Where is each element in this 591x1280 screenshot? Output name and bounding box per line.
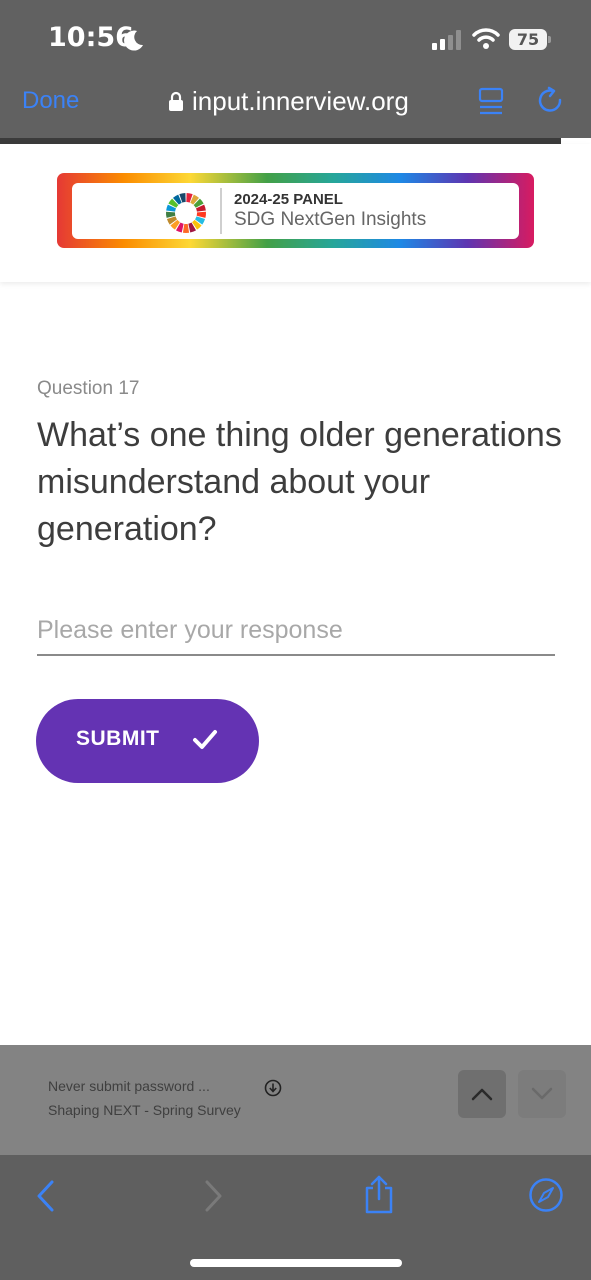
moon-icon (124, 30, 143, 51)
panel-banner: 2024-25 PANEL SDG NextGen Insights (57, 173, 534, 248)
cellular-signal-icon (432, 30, 461, 50)
battery-level: 75 (509, 29, 547, 50)
url-text: input.innerview.org (192, 85, 409, 116)
submit-label: SUBMIT (76, 727, 160, 750)
reader-view-icon[interactable] (478, 87, 504, 117)
browser-url-bar: Done input.innerview.org (0, 78, 591, 138)
battery-icon: 75 (509, 29, 551, 50)
lock-icon (169, 91, 183, 111)
autofill-bar: Never submit password ... Shaping NEXT -… (0, 1045, 591, 1155)
submit-button[interactable]: SUBMIT (36, 699, 259, 783)
safari-compass-icon[interactable] (528, 1177, 564, 1213)
status-bar: 10:56 75 (0, 0, 591, 78)
question-text: What’s one thing older generations misun… (37, 416, 562, 548)
autofill-warning[interactable]: Never submit password ... (48, 1078, 210, 1094)
share-icon[interactable] (362, 1174, 396, 1214)
banner-divider (220, 188, 222, 234)
autofill-page-title: Shaping NEXT - Spring Survey (48, 1102, 241, 1118)
survey-header: 2024-25 PANEL SDG NextGen Insights (0, 144, 591, 282)
sdg-wheel-segment (182, 223, 190, 233)
forward-arrow-icon[interactable] (203, 1179, 225, 1213)
chevron-down-icon (531, 1087, 553, 1100)
home-indicator (190, 1259, 402, 1267)
reload-icon[interactable] (536, 86, 566, 116)
browser-toolbar (0, 1155, 591, 1280)
done-button[interactable]: Done (22, 87, 79, 115)
previous-field-button[interactable] (458, 1070, 506, 1118)
checkmark-icon (193, 730, 217, 749)
response-input[interactable] (37, 606, 555, 656)
next-field-button[interactable] (518, 1070, 566, 1118)
wifi-icon (472, 28, 500, 49)
banner-subtitle: SDG NextGen Insights (234, 209, 427, 230)
sdg-wheel-icon (166, 193, 206, 233)
question-number: Question 17 (37, 378, 140, 399)
download-icon[interactable] (264, 1079, 282, 1097)
back-arrow-icon[interactable] (34, 1179, 56, 1213)
address-field[interactable]: input.innerview.org (168, 84, 409, 118)
banner-title: 2024-25 PANEL (234, 191, 343, 208)
chevron-up-icon (471, 1088, 493, 1101)
